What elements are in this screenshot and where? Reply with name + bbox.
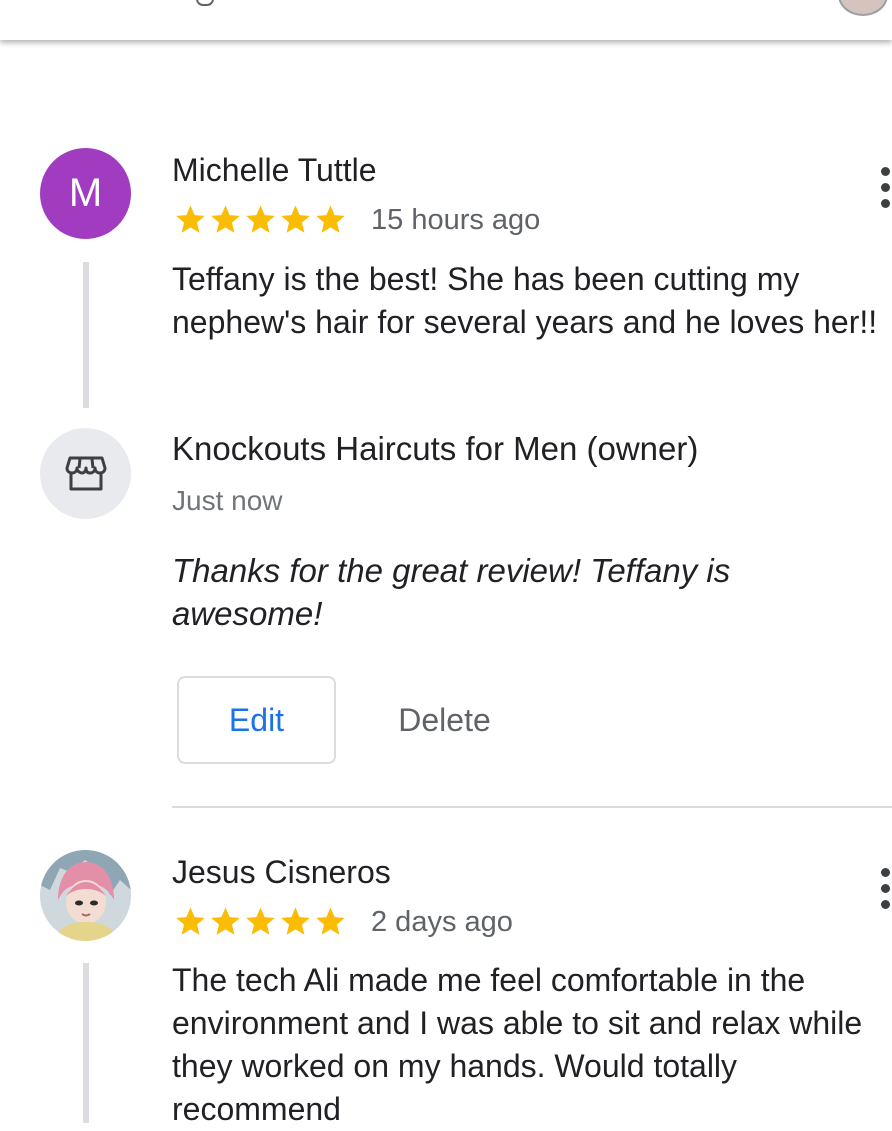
star-icon [176,907,205,935]
owner-reply-text: Thanks for the great review! Teffany is … [172,552,731,632]
star-icon [281,907,310,935]
edit-reply-button[interactable]: Edit [177,676,336,764]
reviewer-name[interactable]: Jesus Cisneros [172,854,391,891]
star-icon [211,205,240,233]
reviewer-name[interactable]: Michelle Tuttle [172,152,377,189]
reviewer-avatar[interactable]: M [40,148,131,239]
review-time: 2 days ago [371,906,513,938]
star-icon [316,907,345,935]
owner-avatar [40,428,131,519]
thread-line [83,963,89,1123]
star-icon [246,205,275,233]
star-rating [174,905,347,938]
more-options-icon[interactable] [878,868,892,909]
more-options-icon[interactable] [878,167,892,208]
star-icon [281,205,310,233]
star-icon [176,205,205,233]
storefront-icon [65,456,106,490]
review-time: 15 hours ago [371,204,541,236]
review-divider [172,806,892,808]
user-photo-avatar [40,850,131,941]
owner-name: Knockouts Haircuts for Men (owner) [172,430,699,467]
delete-reply-button[interactable]: Delete [372,676,517,764]
owner-reply-time: Just now [172,485,283,516]
account-avatar[interactable] [838,0,888,16]
review-text: Teffany is the best! She has been cuttin… [172,261,878,340]
star-rating [174,203,347,236]
star-icon [316,205,345,233]
app-bar-title-fragment [196,0,214,6]
top-app-bar [0,0,892,40]
star-icon [246,907,275,935]
star-icon [211,907,240,935]
review-text: The tech Ali made me feel comfortable in… [172,962,863,1127]
reviewer-avatar[interactable] [40,850,131,941]
thread-line [83,262,89,408]
